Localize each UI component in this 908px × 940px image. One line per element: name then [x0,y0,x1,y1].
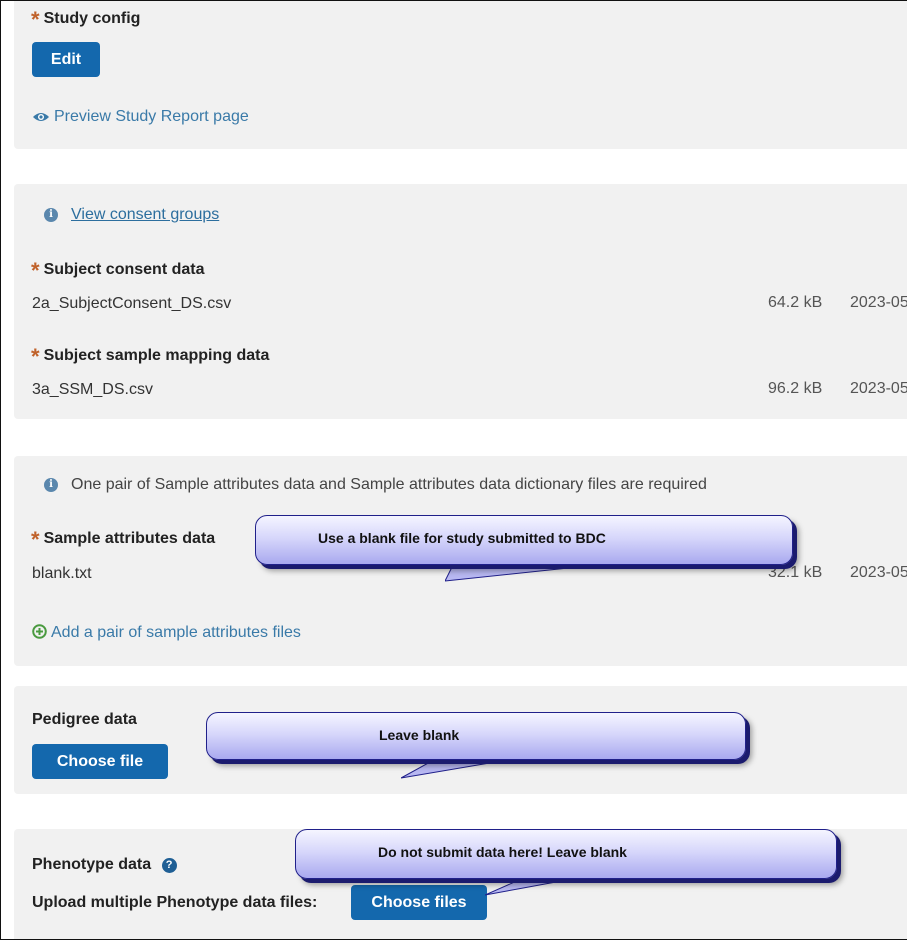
preview-study-report-link[interactable]: Preview Study Report page [32,108,249,126]
sample-attributes-info-text: One pair of Sample attributes data and S… [71,476,707,493]
sample-mapping-filename: 3a_SSM_DS.csv [32,381,153,398]
page-frame: * Study config Edit Preview Study Report … [0,0,907,940]
sample-attributes-filename: blank.txt [32,565,92,582]
sample-mapping-size: 96.2 kB [768,380,823,397]
callout-body: Do not submit data here! Leave blank [295,829,837,879]
pedigree-choose-file-button[interactable]: Choose file [32,744,168,779]
edit-button[interactable]: Edit [32,42,100,77]
add-sample-attributes-link[interactable]: Add a pair of sample attributes files [32,624,301,642]
subject-consent-size: 64.2 kB [768,294,823,311]
info-icon: i [44,208,58,222]
sample-mapping-label: * Subject sample mapping data [31,344,270,369]
blank-file-callout: Use a blank file for study submitted to … [255,515,795,590]
callout-pointer [401,756,532,779]
view-consent-groups-link[interactable]: View consent groups [71,206,219,224]
required-star-icon: * [31,527,40,552]
sample-attributes-date: 2023-05 [850,564,907,581]
do-not-submit-callout: Do not submit data here! Leave blank [295,829,837,899]
subject-consent-filename: 2a_SubjectConsent_DS.csv [32,295,232,312]
leave-blank-callout: Leave blank [206,712,746,782]
phenotype-label: Phenotype data ? [32,856,177,874]
callout-body: Use a blank file for study submitted to … [255,515,793,565]
sample-attributes-label: * Sample attributes data [31,527,216,552]
required-star-icon: * [31,344,40,369]
help-icon[interactable]: ? [161,858,177,873]
plus-circle-icon [32,624,47,639]
study-config-panel [14,1,907,149]
subject-consent-date: 2023-05 [850,294,907,311]
study-config-label: * Study config [31,7,141,32]
subject-consent-label: * Subject consent data [31,258,205,283]
required-star-icon: * [31,258,40,283]
pedigree-label: Pedigree data [32,711,137,728]
required-star-icon: * [31,7,40,32]
callout-body: Leave blank [206,712,746,760]
phenotype-upload-label: Upload multiple Phenotype data files: [32,894,318,911]
eye-icon [33,112,49,121]
callout-pointer [445,561,605,582]
sample-mapping-date: 2023-05 [850,380,907,397]
info-icon: i [44,478,58,492]
